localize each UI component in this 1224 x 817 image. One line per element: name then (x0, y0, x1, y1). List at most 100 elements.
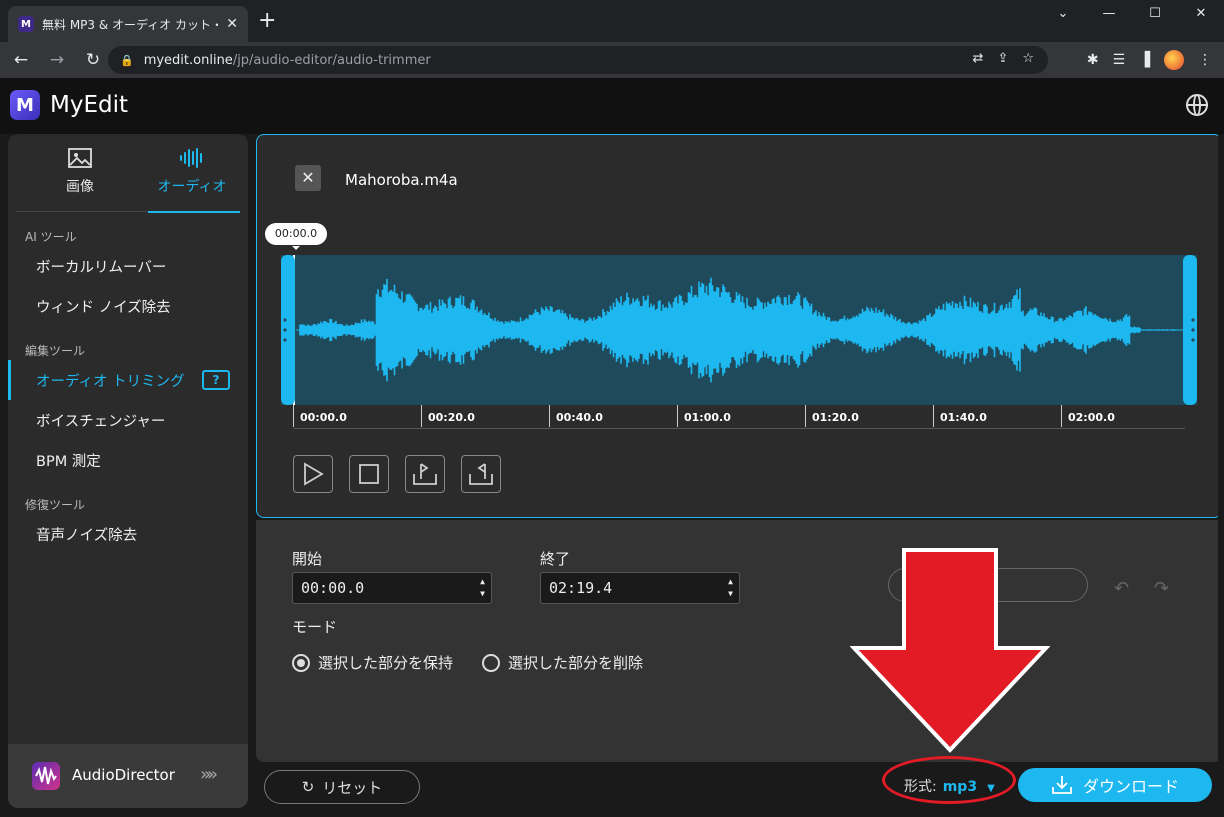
forward-button[interactable]: → (42, 50, 72, 70)
window-controls: ⌄ — ☐ ✕ (1040, 0, 1224, 28)
tab-audio-label: オーディオ (157, 179, 227, 195)
share-icon[interactable]: ⇪ (997, 51, 1008, 66)
timeline-tick: 00:00.0 (293, 405, 347, 427)
start-time-stepper[interactable]: ▲ ▼ (480, 576, 485, 600)
audiodirector-promo[interactable]: AudioDirector »» (8, 744, 248, 808)
lock-icon[interactable]: 🔒 (120, 54, 134, 67)
url-text: myedit.online/jp/audio-editor/audio-trim… (143, 52, 431, 68)
close-file-button[interactable]: ✕ (295, 165, 321, 191)
language-globe-icon[interactable] (1186, 94, 1208, 116)
minimize-button[interactable]: — (1086, 0, 1132, 28)
timeline-tick: 01:40.0 (933, 405, 987, 427)
reset-icon: ↻ (301, 778, 315, 796)
myedit-logo-icon[interactable]: M (10, 90, 40, 120)
start-time-value: 00:00.0 (301, 579, 365, 597)
mode-keep-radio[interactable]: 選択した部分を保持 (292, 652, 453, 673)
end-time-stepper[interactable]: ▲ ▼ (728, 576, 733, 600)
audio-wave-icon (144, 146, 240, 176)
end-time-value: 02:19.4 (549, 579, 613, 597)
mode-delete-radio[interactable]: 選択した部分を削除 (482, 652, 643, 673)
red-down-arrow-annotation (850, 548, 1050, 753)
radio-selected-icon (292, 653, 310, 672)
trim-start-handle[interactable] (281, 255, 295, 405)
trim-end-handle[interactable] (1183, 255, 1197, 405)
media-playlist-icon[interactable]: ☰ (1113, 52, 1126, 68)
timeline-tick: 00:40.0 (549, 405, 603, 427)
brand-name[interactable]: MyEdit (50, 92, 128, 118)
mode-label: モード (292, 618, 338, 636)
download-button[interactable]: ダウンロード (1018, 768, 1212, 802)
tab-image[interactable]: 画像 (32, 146, 128, 212)
download-icon (1052, 776, 1072, 794)
page-scrollbar[interactable] (1218, 134, 1224, 808)
reload-button[interactable]: ↻ (78, 50, 108, 70)
sidebar-item-vocal-remover[interactable]: ボーカルリムーバー (36, 256, 166, 277)
address-toolbar: ← → ↻ 🔒 myedit.online/jp/audio-editor/au… (0, 42, 1224, 78)
reset-label: リセット (322, 778, 383, 797)
section-edit-tools: 編集ツール (25, 344, 86, 358)
bookmark-star-icon[interactable]: ☆ (1022, 51, 1034, 66)
new-tab-button[interactable]: + (258, 10, 276, 32)
set-start-button[interactable] (405, 455, 445, 493)
mode-tabs: 画像 オーディオ (16, 146, 240, 213)
audiodirector-name: AudioDirector (72, 766, 175, 784)
mode-keep-label: 選択した部分を保持 (318, 654, 454, 672)
timeline-tick: 00:20.0 (421, 405, 475, 427)
image-icon (32, 146, 128, 176)
side-panel-icon[interactable]: ▐ (1139, 52, 1150, 68)
redo-icon[interactable]: ↷ (1154, 578, 1169, 599)
sidebar-item-voice-changer[interactable]: ボイスチェンジャー (36, 410, 165, 431)
active-indicator (8, 360, 11, 400)
waveform-path (296, 277, 1182, 383)
app-header: M MyEdit (0, 78, 1224, 134)
browser-tab[interactable]: M 無料 MP3 & オーディオ カット・トリミング ✕ (8, 6, 248, 42)
red-circle-annotation (882, 756, 1016, 804)
menu-kebab-icon[interactable]: ⋮ (1198, 52, 1212, 68)
timeline-tick: 01:00.0 (677, 405, 731, 427)
set-start-icon (413, 463, 437, 485)
undo-icon[interactable]: ↶ (1114, 578, 1129, 599)
download-label: ダウンロード (1082, 777, 1179, 796)
extensions-icon[interactable]: ✱ (1087, 52, 1099, 68)
help-video-icon[interactable]: ? (202, 370, 230, 390)
set-end-button[interactable] (461, 455, 501, 493)
start-label: 開始 (292, 550, 323, 568)
play-icon (304, 462, 324, 486)
timeline-tick: 01:20.0 (805, 405, 859, 427)
set-end-icon (469, 463, 493, 485)
file-name: Mahoroba.m4a (345, 171, 458, 189)
sidebar-item-audio-trimming[interactable]: オーディオ トリミング (36, 370, 185, 391)
section-repair-tools: 修復ツール (25, 498, 86, 512)
mode-delete-label: 選択した部分を削除 (508, 654, 644, 672)
end-label: 終了 (540, 550, 571, 568)
translate-icon[interactable]: ⇄ (973, 51, 984, 66)
start-time-field[interactable]: 00:00.0 ▲ ▼ (292, 572, 492, 604)
reset-button[interactable]: ↻ リセット (264, 770, 420, 804)
audiodirector-logo-icon (32, 762, 60, 790)
end-time-field[interactable]: 02:19.4 ▲ ▼ (540, 572, 740, 604)
tab-title: 無料 MP3 & オーディオ カット・トリミング (42, 17, 219, 32)
close-window-button[interactable]: ✕ (1178, 0, 1224, 28)
sidebar-item-bpm[interactable]: BPM 測定 (36, 450, 101, 471)
maximize-button[interactable]: ☐ (1132, 0, 1178, 28)
profile-avatar[interactable] (1164, 50, 1184, 70)
waveform (296, 277, 1185, 383)
sidebar-item-noise-removal[interactable]: 音声ノイズ除去 (36, 524, 137, 545)
play-button[interactable] (293, 455, 333, 493)
waveform-area[interactable] (281, 255, 1197, 405)
tab-audio[interactable]: オーディオ (144, 146, 240, 213)
stop-icon (359, 464, 379, 484)
timeline-tick: 02:00.0 (1061, 405, 1115, 427)
audio-editor-panel: ✕ Mahoroba.m4a 00:00.0 00:00.0 00:20.0 0… (256, 134, 1222, 518)
stop-button[interactable] (349, 455, 389, 493)
tab-close-icon[interactable]: ✕ (226, 16, 238, 32)
sidebar: 画像 オーディオ AI ツール ボーカルリムーバー ウィンド ノイズ除去 編集ツ… (8, 134, 248, 808)
playhead-time-badge: 00:00.0 (265, 223, 327, 250)
expand-arrows-icon[interactable]: »» (200, 764, 218, 785)
site-favicon-icon: M (18, 16, 34, 32)
url-bar[interactable]: 🔒 myedit.online/jp/audio-editor/audio-tr… (108, 46, 1048, 74)
tab-search-button[interactable]: ⌄ (1040, 0, 1086, 28)
sidebar-item-wind-noise[interactable]: ウィンド ノイズ除去 (36, 296, 171, 317)
back-button[interactable]: ← (6, 50, 36, 70)
tab-image-label: 画像 (66, 179, 94, 195)
